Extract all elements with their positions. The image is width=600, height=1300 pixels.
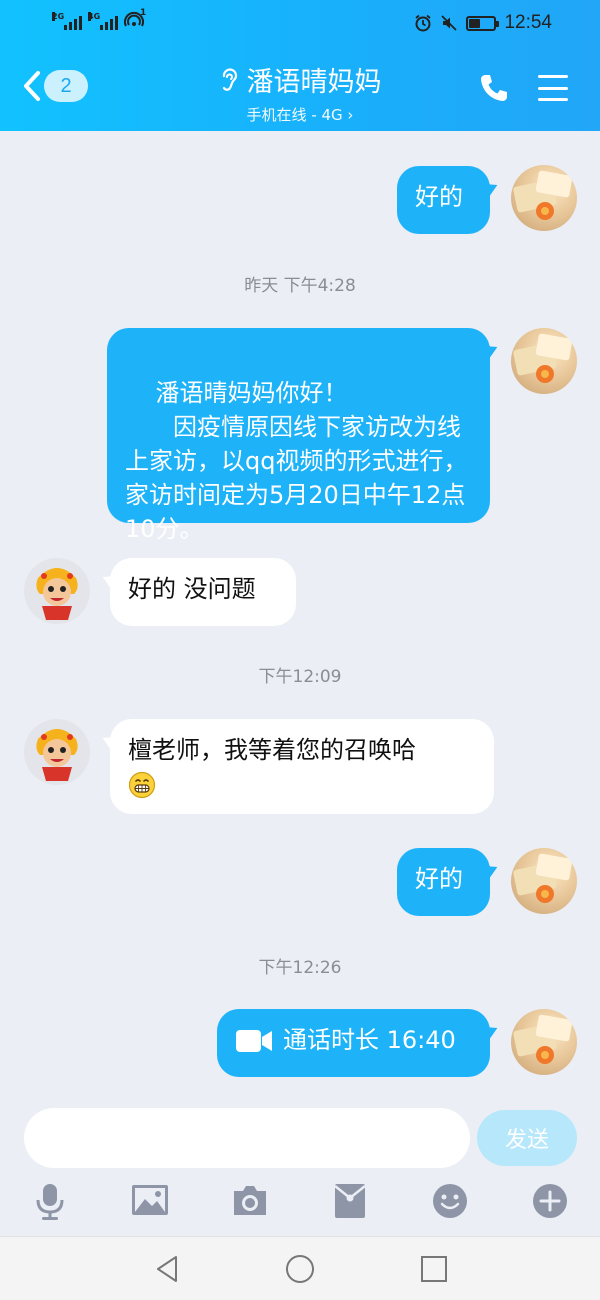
phone-call-button[interactable] [478, 72, 510, 104]
contact-avatar[interactable] [24, 719, 90, 785]
title-block[interactable]: 潘语晴妈妈 手机在线 - 4G › [0, 60, 600, 125]
alarm-icon [415, 14, 432, 32]
recents-square-icon[interactable] [418, 1253, 450, 1285]
my-avatar[interactable] [511, 328, 577, 394]
back-triangle-icon[interactable] [152, 1253, 184, 1285]
input-row: 发送 [0, 1094, 600, 1174]
earpiece-icon [222, 67, 237, 91]
signal-1-icon: 2G [52, 12, 82, 30]
battery-icon [466, 15, 500, 31]
timestamp: 昨天 下午4:28 [244, 276, 356, 296]
menu-line [538, 75, 568, 78]
hotspot-count: 1 [140, 8, 147, 18]
signal-1-tag: 2G [52, 12, 65, 21]
menu-line [538, 98, 568, 101]
message-text: 好的 没问题 [128, 575, 256, 603]
red-packet-icon[interactable] [333, 1182, 373, 1222]
system-nav-bar [0, 1236, 600, 1300]
my-avatar[interactable] [511, 165, 577, 231]
message-bubble-outgoing[interactable]: 好的 [397, 166, 490, 234]
call-duration-text: 通话时长 16:40 [283, 1026, 456, 1054]
message-bubble-incoming[interactable]: 檀老师，我等着您的召唤哈 [110, 719, 494, 814]
menu-line [538, 86, 568, 90]
signal-2-icon: 4G [88, 12, 118, 30]
online-status: 手机在线 - 4G › [246, 106, 354, 124]
home-circle-icon[interactable] [284, 1253, 316, 1285]
image-icon[interactable] [131, 1182, 171, 1222]
video-call-record-bubble[interactable]: 通话时长 16:40 [217, 1009, 490, 1077]
clock-time: 12:54 [504, 12, 552, 33]
signal-2-tag: 4G [88, 12, 101, 21]
input-toolbar [0, 1176, 600, 1232]
send-button[interactable]: 发送 [477, 1110, 577, 1166]
status-left: 2G 4G [52, 10, 144, 30]
contact-name: 潘语晴妈妈 [246, 67, 382, 98]
my-avatar[interactable] [511, 848, 577, 914]
my-avatar[interactable] [511, 1009, 577, 1075]
message-text: 好的 [415, 183, 463, 211]
app-header: 2G 4G 1 12:54 2 潘语晴妈妈 手机在线 - 4G › [0, 0, 600, 131]
grinning-emoji-icon [128, 771, 156, 799]
message-text: 潘语晴妈妈你好！ 因疫情原因线下家访改为线上家访，以qq视频的形式进行，家访时间… [125, 379, 468, 543]
timestamp: 下午12:26 [258, 958, 342, 978]
message-bubble-incoming[interactable]: 好的 没问题 [110, 558, 296, 626]
message-text: 好的 [415, 865, 463, 893]
message-bubble-outgoing[interactable]: 潘语晴妈妈你好！ 因疫情原因线下家访改为线上家访，以qq视频的形式进行，家访时间… [107, 328, 490, 543]
chat-area[interactable]: 好的 昨天 下午4:28 潘语晴妈妈你好！ 因疫情原因线下家访改为线上家访，以q… [0, 131, 600, 1094]
message-input[interactable] [24, 1108, 470, 1168]
message-bubble-outgoing[interactable]: 好的 [397, 848, 490, 916]
video-camera-icon [236, 1030, 272, 1052]
mute-icon [441, 15, 458, 31]
contact-avatar[interactable] [24, 558, 90, 624]
title-bar: 2 潘语晴妈妈 手机在线 - 4G › [0, 46, 600, 131]
emoji-icon[interactable] [431, 1182, 471, 1222]
microphone-icon[interactable] [32, 1182, 72, 1222]
status-right: 12:54 [414, 12, 552, 34]
menu-button[interactable] [538, 75, 568, 101]
timestamp: 下午12:09 [258, 667, 342, 687]
phone-icon [481, 75, 507, 101]
plus-icon[interactable] [531, 1182, 571, 1222]
message-text: 檀老师，我等着您的召唤哈 [128, 736, 416, 764]
status-bar: 2G 4G 1 12:54 [0, 0, 600, 46]
camera-icon[interactable] [231, 1182, 271, 1222]
